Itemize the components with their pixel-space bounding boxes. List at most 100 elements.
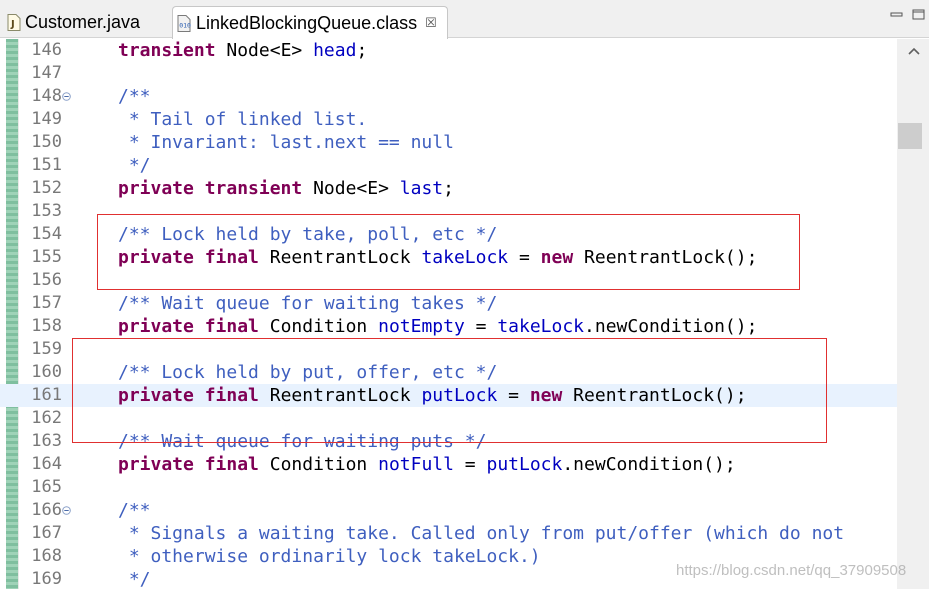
svg-text:010: 010 [179,21,191,29]
code-text: * otherwise ordinarily lock takeLock.) [118,545,541,568]
code-token: notEmpty [378,316,465,337]
code-token: takeLock [497,316,585,337]
code-token: private final [118,454,259,475]
line-number: 160 [31,362,62,382]
code-text: private transient Node<E> last; [118,177,454,200]
line-number: 167 [31,523,62,543]
line-number: 165 [31,477,62,497]
line-number: 148 [31,86,62,106]
code-token: head [313,40,357,61]
code-text: private final Condition notFull = putLoc… [118,453,736,476]
line-number: 163 [31,431,62,451]
code-token: /** Wait queue for waiting takes */ [118,293,498,314]
code-text: /** [118,85,151,108]
code-text: /** [118,499,151,522]
tab-label: Customer.java [25,12,141,32]
code-token: Node<E> [302,178,400,199]
code-token: * Tail of linked list. [118,109,368,130]
close-icon[interactable]: ☒ [425,15,437,31]
line-number: 151 [31,155,62,175]
line-number: 150 [31,132,62,152]
code-token: * Signals a waiting take. Called only fr… [118,523,845,544]
line-number: 154 [31,224,62,244]
fold-collapse-icon[interactable] [62,92,71,101]
code-line[interactable]: 167 * Signals a waiting take. Called onl… [0,522,897,545]
code-text: * Signals a waiting take. Called only fr… [118,522,844,545]
maximize-icon[interactable] [910,8,928,22]
code-line[interactable]: 148 /** [0,85,897,108]
line-number: 157 [31,293,62,313]
code-token: = [453,454,487,475]
code-text: * Invariant: last.next == null [118,131,454,154]
code-token: .newCondition(); [562,454,736,475]
code-text: * Tail of linked list. [118,108,367,131]
code-editor[interactable]: 146 transient Node<E> head; 147 148/** 149 *… [0,39,929,589]
line-number: 146 [31,40,62,60]
highlight-box-putlock [72,338,827,443]
line-number: 161 [31,385,62,405]
code-token: ; [356,40,368,61]
code-token: /** [118,500,151,521]
code-token: last [399,178,444,199]
fold-collapse-icon[interactable] [62,506,71,515]
class-file-icon: 010 [177,14,192,32]
line-number: 166 [31,500,62,520]
code-line[interactable]: 146 transient Node<E> head; [0,39,897,62]
line-number: 156 [31,270,62,290]
minimize-icon[interactable] [888,8,906,22]
code-token: * otherwise ordinarily lock takeLock.) [118,546,541,567]
code-token: transient [118,40,216,61]
vertical-scrollbar[interactable] [897,39,929,589]
watermark: https://blog.csdn.net/qq_37909508 [676,562,907,579]
code-line[interactable]: 158 private final Condition notEmpty = ta… [0,315,897,338]
tab-customer-java[interactable]: J Customer.java [6,7,140,38]
line-number: 168 [31,546,62,566]
code-token: ; [443,178,454,199]
code-text: */ [118,568,151,589]
line-number: 162 [31,408,62,428]
code-token: */ [118,569,151,589]
line-number: 147 [31,63,62,83]
line-number: 164 [31,454,62,474]
code-line[interactable]: 152 private transient Node<E> last; [0,177,897,200]
code-text: /** Wait queue for waiting takes */ [118,292,497,315]
code-text: */ [118,154,151,177]
tab-label: LinkedBlockingQueue.class [196,12,418,33]
code-token: .newCondition(); [584,316,758,337]
editor-tab-bar: J Customer.java 010 LinkedBlockingQueue.… [0,0,929,39]
code-token: /** [118,86,151,107]
svg-text:J: J [10,19,15,30]
code-token: Condition [258,316,379,337]
scrollbar-thumb[interactable] [898,123,922,149]
code-line[interactable]: 149 * Tail of linked list. [0,108,897,131]
code-line[interactable]: 151 */ [0,154,897,177]
code-line[interactable]: 164 private final Condition notFull = put… [0,453,897,476]
line-number: 153 [31,201,62,221]
code-line[interactable]: 150 * Invariant: last.next == null [0,131,897,154]
code-token: putLock [486,454,563,475]
code-token: Condition [258,454,379,475]
code-text: transient Node<E> head; [118,39,367,62]
code-line[interactable]: 165 [0,476,897,499]
code-line[interactable]: 147 [0,62,897,85]
code-token: private transient [118,178,303,199]
line-number: 169 [31,569,62,589]
code-token: * Invariant: last.next == null [118,132,454,153]
code-line[interactable]: 166 /** [0,499,897,522]
line-number: 152 [31,178,62,198]
code-token: = [464,316,498,337]
code-token: */ [118,155,151,176]
java-file-icon: J [6,14,21,31]
line-number: 149 [31,109,62,129]
code-token: private final [118,316,259,337]
tab-linkedblockingqueue-class[interactable]: 010 LinkedBlockingQueue.class ☒ [172,6,448,39]
line-number: 155 [31,247,62,267]
line-number: 158 [31,316,62,336]
highlight-box-takelock [97,214,800,290]
scroll-up-arrow-icon[interactable] [908,47,920,55]
code-line[interactable]: 157 /** Wait queue for waiting takes */ [0,292,897,315]
line-number: 159 [31,339,62,359]
code-token: notFull [378,454,454,475]
code-token: Node<E> [215,40,314,61]
code-text: private final Condition notEmpty = takeL… [118,315,757,338]
